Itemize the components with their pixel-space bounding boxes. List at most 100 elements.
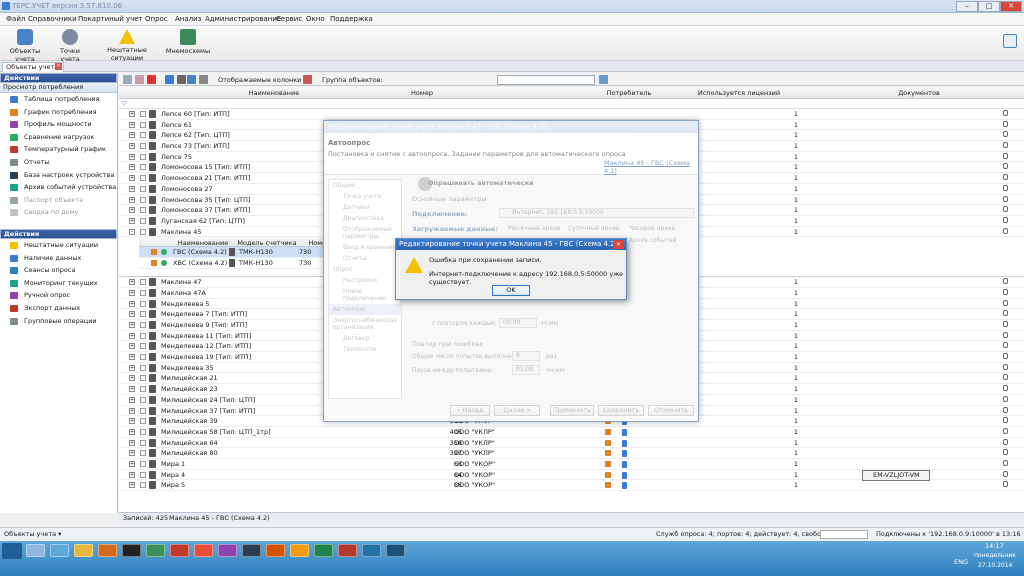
row-docs-icon[interactable]: [1003, 216, 1008, 223]
row-checkbox[interactable]: [140, 322, 146, 328]
row-checkbox[interactable]: [140, 132, 146, 139]
menu-service[interactable]: Сервис: [276, 15, 302, 23]
menu-references[interactable]: Справочники: [28, 15, 77, 23]
row-docs-icon[interactable]: [1003, 195, 1008, 202]
expand-icon[interactable]: +: [129, 364, 135, 371]
expand-icon[interactable]: +: [129, 450, 135, 457]
row-checkbox[interactable]: [140, 460, 146, 467]
sidebar-action-item[interactable]: Наличие данных: [0, 252, 117, 265]
row-docs-icon[interactable]: [1003, 120, 1008, 127]
sidebar-view-item[interactable]: Паспорт объекта: [0, 194, 117, 207]
table-row[interactable]: + Милицейская 80 397 ООО "УКЛР" 1: [119, 448, 1024, 459]
sidebar-view-item[interactable]: Таблица потребления: [0, 93, 117, 106]
row-docs-icon[interactable]: [1003, 374, 1008, 381]
row-docs-icon[interactable]: [1003, 142, 1008, 149]
row-checkbox[interactable]: [140, 471, 146, 478]
row-docs-icon[interactable]: [1003, 184, 1008, 191]
row-checkbox[interactable]: [140, 164, 146, 171]
sidebar-action-item[interactable]: Групповые операции: [0, 315, 117, 328]
row-docs-icon[interactable]: [1003, 427, 1008, 434]
row-checkbox[interactable]: [140, 439, 146, 446]
expand-icon[interactable]: +: [129, 439, 135, 446]
row-docs-icon[interactable]: [1003, 278, 1008, 285]
msgbox-close-icon[interactable]: ✕: [613, 240, 624, 249]
row-checkbox[interactable]: [140, 407, 146, 414]
row-checkbox[interactable]: [140, 482, 146, 489]
row-docs-icon[interactable]: [1003, 110, 1008, 116]
taskbar-app10-icon[interactable]: [242, 544, 261, 557]
menu-file[interactable]: Файл: [6, 15, 25, 23]
expand-icon[interactable]: +: [129, 300, 135, 307]
taskbar-app7-icon[interactable]: [170, 544, 189, 557]
table-row[interactable]: + Милицейская 58 [Тип: ЦТП_1тр] 405 ООО "УК…: [119, 427, 1024, 438]
row-checkbox[interactable]: [140, 196, 146, 203]
sidebar-action-item[interactable]: Сеансы опроса: [0, 264, 117, 277]
expand-icon[interactable]: +: [129, 460, 135, 467]
table-row[interactable]: + Мира 5 65 ООО "УКОР" 1: [119, 480, 1024, 491]
row-checkbox[interactable]: [140, 300, 146, 307]
expand-icon[interactable]: +: [129, 482, 135, 489]
filter-icon[interactable]: [303, 75, 312, 84]
menu-analysis[interactable]: Анализ: [175, 15, 201, 23]
row-checkbox[interactable]: [140, 418, 146, 425]
expand-icon[interactable]: +: [129, 164, 135, 171]
new-icon[interactable]: [123, 75, 132, 84]
incidents-button[interactable]: Нештатные ситуации: [94, 28, 160, 62]
delete-icon[interactable]: [147, 75, 156, 84]
expand-icon[interactable]: +: [129, 207, 135, 214]
expand-icon[interactable]: +: [129, 322, 135, 328]
row-checkbox[interactable]: [140, 311, 146, 318]
points-button[interactable]: Точки учета: [50, 28, 90, 63]
sidebar-view-item[interactable]: Температурный график: [0, 143, 117, 156]
row-docs-icon[interactable]: [1003, 395, 1008, 402]
expand-icon[interactable]: +: [129, 375, 135, 382]
row-checkbox[interactable]: [140, 175, 146, 182]
row-docs-icon[interactable]: [1003, 174, 1008, 181]
row-checkbox[interactable]: [140, 207, 146, 214]
expand-icon[interactable]: +: [129, 386, 135, 393]
col-name[interactable]: Наименование: [164, 89, 384, 97]
row-docs-icon[interactable]: [1003, 321, 1008, 327]
taskbar-app12-icon[interactable]: [290, 544, 309, 557]
expand-icon[interactable]: +: [129, 428, 135, 435]
row-docs-icon[interactable]: [1003, 353, 1008, 360]
row-checkbox[interactable]: [140, 386, 146, 393]
close-tab-icon[interactable]: ✕: [55, 63, 62, 70]
row-checkbox[interactable]: [140, 375, 146, 382]
row-docs-icon[interactable]: [1003, 227, 1008, 234]
close-button[interactable]: ✕: [1000, 1, 1022, 12]
sidebar-view-item[interactable]: Профиль мощности: [0, 118, 117, 131]
row-checkbox[interactable]: [140, 396, 146, 403]
sub-col-model[interactable]: Модель счетчика: [237, 239, 297, 247]
table-row[interactable]: + Мира 1 63 ООО "УКОР" 1: [119, 459, 1024, 470]
expand-icon[interactable]: +: [129, 332, 135, 339]
save-icon[interactable]: [187, 75, 196, 84]
row-docs-icon[interactable]: [1003, 385, 1008, 392]
columns-dropdown[interactable]: Отображаемые колонки ▾: [218, 76, 307, 84]
taskbar-excel-icon[interactable]: [314, 544, 333, 557]
expand-icon[interactable]: +: [129, 217, 135, 224]
expand-icon[interactable]: +: [129, 471, 135, 478]
row-checkbox[interactable]: [140, 450, 146, 457]
expand-icon[interactable]: +: [129, 121, 135, 128]
filter-row[interactable]: ▽: [119, 99, 1024, 109]
row-docs-icon[interactable]: [1003, 206, 1008, 213]
taskbar-app4-icon[interactable]: [98, 544, 117, 557]
sidebar-sub-consumption[interactable]: Просмотр потребления: [0, 83, 117, 93]
sidebar-action-item[interactable]: Ручной опрос: [0, 289, 117, 302]
sidebar-view-item[interactable]: База настроек устройства: [0, 169, 117, 182]
objects-menu[interactable]: Объекты учета ▾: [4, 528, 61, 541]
sidebar-action-item[interactable]: Мониторинг текущих: [0, 277, 117, 290]
row-docs-icon[interactable]: [1003, 299, 1008, 306]
row-docs-icon[interactable]: [1003, 331, 1008, 338]
row-docs-icon[interactable]: [1003, 470, 1008, 477]
mnemo-button[interactable]: Мнемосхемы: [165, 28, 211, 60]
expand-icon[interactable]: +: [129, 196, 135, 203]
ok-button[interactable]: OK: [492, 285, 530, 296]
taskbar-explorer-icon[interactable]: [26, 544, 45, 557]
row-docs-icon[interactable]: [1003, 438, 1008, 445]
taskbar-app15-icon[interactable]: [362, 544, 381, 557]
expand-icon[interactable]: +: [129, 311, 135, 318]
taskbar-app11-icon[interactable]: [266, 544, 285, 557]
row-docs-icon[interactable]: [1003, 152, 1008, 159]
